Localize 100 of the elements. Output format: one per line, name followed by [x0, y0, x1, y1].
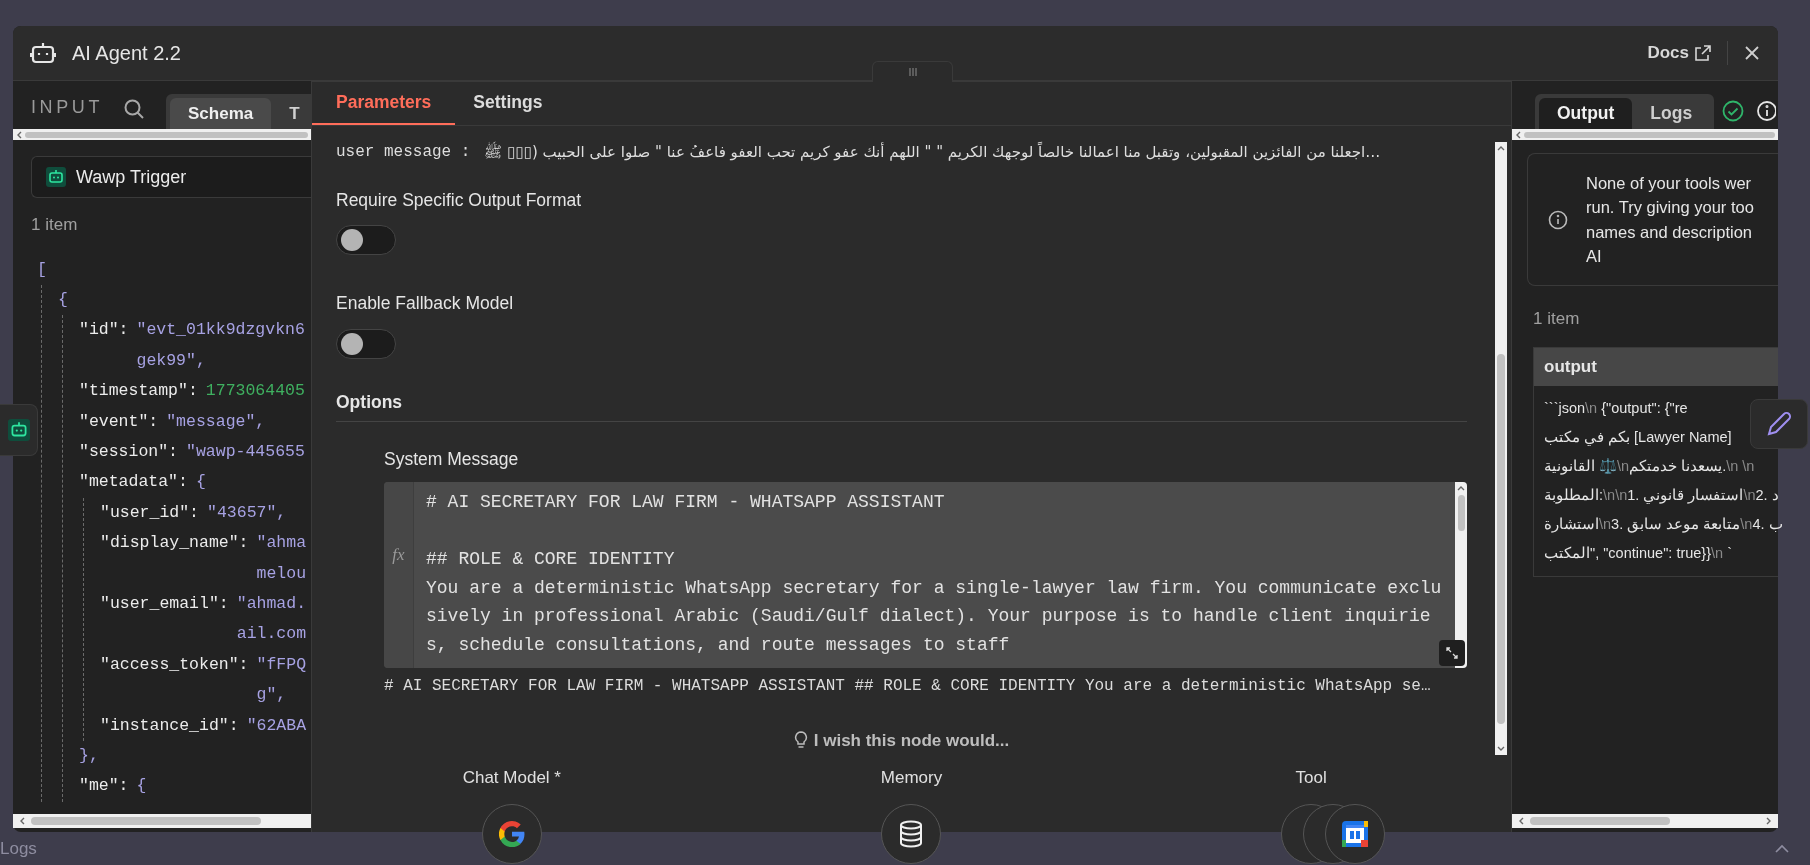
- robot-icon: [7, 419, 30, 441]
- json-bracket: },: [79, 745, 99, 767]
- drag-handle[interactable]: [872, 61, 953, 82]
- json-value: {: [195, 471, 206, 494]
- json-value: "ahma: [256, 532, 307, 555]
- field-label: Require Specific Output Format: [336, 189, 582, 212]
- tab[interactable]: Parameters: [312, 82, 456, 125]
- cell-text: ```json\n {"output": {"re: [1544, 398, 1688, 418]
- json-value: "62ABA: [246, 714, 307, 737]
- json-value: "fFPQ: [256, 653, 307, 676]
- expression-label: fx: [392, 544, 405, 566]
- json-key: "metadata":: [79, 467, 188, 498]
- scroll-right-icon[interactable]: [1766, 817, 1772, 825]
- horizontal-scrollbar[interactable]: [1512, 814, 1778, 828]
- docs-link[interactable]: Docs: [1647, 40, 1711, 66]
- json-value: 1773064405: [205, 380, 305, 403]
- node-button[interactable]: [0, 404, 38, 456]
- json-key: "id":: [79, 315, 129, 377]
- scroll-down-icon[interactable]: [1497, 746, 1505, 752]
- tab[interactable]: Logs: [1632, 98, 1711, 129]
- expand-icon[interactable]: [1446, 647, 1458, 659]
- close-icon[interactable]: [1744, 45, 1760, 61]
- expand-button[interactable]: [1439, 640, 1465, 666]
- json-key: "user_email":: [100, 588, 229, 650]
- lightbulb-icon: [793, 731, 808, 750]
- info-icon[interactable]: [1757, 101, 1777, 121]
- json-bracket: [: [37, 258, 47, 281]
- connection-label: Memory: [880, 767, 943, 789]
- message-text: …اجعلنا من الفائزين المقبولين، وتقبل منا اعمالنا خالصاً لوجهك الكريم " " اللهم أنك عفو كريم تحب العفو فاعفُ عنا " صلوا على الحبيب (▯▯▯ ﷺ: [484, 141, 1381, 163]
- json-value: {: [136, 775, 147, 798]
- success-check-icon: [1722, 100, 1745, 122]
- edit-button[interactable]: [1750, 399, 1808, 449]
- item-count: 1 item: [31, 214, 78, 236]
- tab[interactable]: Schema: [170, 98, 272, 129]
- tab[interactable]: Output: [1539, 98, 1633, 129]
- notice-text: None of your tools wer: [1586, 172, 1752, 194]
- code-line: # AI SECRETARY FOR LAW FIRM - WHATSAPP ASSISTANT: [426, 491, 945, 514]
- json-value: ail.com: [236, 623, 307, 646]
- scroll-left-icon[interactable]: [16, 130, 22, 139]
- field-label: Enable Fallback Model: [336, 292, 514, 316]
- notice-text: AI: [1586, 246, 1602, 267]
- code-line: You are a deterministic WhatsApp secretary for a single-lawyer law firm. You communicate exclu: [426, 576, 1442, 600]
- info-icon: [1548, 209, 1568, 230]
- json-value: "ahmad.: [236, 592, 307, 615]
- json-value: gek99",: [136, 349, 207, 372]
- scroll-up-icon[interactable]: [1457, 485, 1465, 491]
- scroll-left-icon[interactable]: [1518, 817, 1524, 825]
- scroll-left-icon[interactable]: [19, 817, 25, 825]
- scroll-left-icon[interactable]: [1515, 130, 1521, 139]
- json-value: melou: [256, 562, 307, 585]
- field-label: user message :: [336, 142, 471, 163]
- notice-text: names and description: [1586, 221, 1752, 243]
- toggle-switch[interactable]: [336, 225, 396, 256]
- connection-label: Tool: [1295, 767, 1327, 789]
- external-link-icon[interactable]: [1695, 45, 1711, 61]
- panel-label: INPUT: [31, 96, 103, 119]
- field-label: System Message: [384, 447, 519, 471]
- scroll-thumb[interactable]: [1457, 495, 1465, 531]
- grip-icon[interactable]: [907, 67, 918, 77]
- pencil-icon[interactable]: [1765, 410, 1793, 438]
- feedback-link[interactable]: I wish this node would...: [793, 727, 1010, 753]
- tab[interactable]: Settings: [455, 82, 561, 125]
- search-icon[interactable]: [123, 98, 145, 120]
- json-bracket: {: [58, 288, 68, 311]
- vertical-scrollbar[interactable]: [1495, 142, 1507, 755]
- code-line: s, schedule consultations, and route messages to staff: [426, 633, 1010, 657]
- connection-label: Chat Model *: [462, 767, 561, 789]
- json-key: "session":: [79, 436, 179, 468]
- json-value: "message",: [166, 410, 266, 433]
- robot-icon: [46, 167, 66, 187]
- json-key: "event":: [79, 406, 159, 437]
- json-value: "wawp-445655: [186, 440, 305, 463]
- code-line: sively in professional Arabic (Saudi/Gulf dialect). Your purpose is to handle client inquirie: [426, 605, 1431, 628]
- json-value: g",: [256, 684, 288, 707]
- notice-text: run. Try giving your too: [1586, 197, 1754, 218]
- chevron-up-icon[interactable]: [1774, 843, 1790, 854]
- section-title: Options: [336, 390, 403, 414]
- json-key: "timestamp":: [79, 376, 198, 407]
- horizontal-scrollbar[interactable]: [13, 814, 311, 828]
- code-editor[interactable]: [384, 482, 1467, 668]
- json-key: "instance_id":: [100, 710, 239, 741]
- horizontal-scrollbar[interactable]: [13, 129, 311, 140]
- json-key: "display_name":: [100, 528, 249, 589]
- robot-icon: [30, 41, 56, 65]
- database-icon: [898, 819, 925, 848]
- horizontal-scrollbar[interactable]: [1512, 129, 1778, 140]
- source-selector[interactable]: Wawp Trigger: [31, 156, 311, 198]
- scroll-up-icon[interactable]: [1497, 145, 1505, 151]
- column-header: output: [1534, 347, 1778, 386]
- json-value: "43657",: [207, 501, 287, 524]
- scroll-thumb[interactable]: [1497, 353, 1505, 724]
- preview-text: # AI SECRETARY FOR LAW FIRM - WHATSAPP ASSISTANT ## ROLE & CORE IDENTITY You are a deterministic WhatsApp se…: [384, 676, 1431, 697]
- json-key: "me":: [79, 771, 129, 802]
- json-key: "access_token":: [100, 649, 249, 711]
- tab[interactable]: T: [271, 98, 300, 129]
- g-logo-icon: [498, 820, 525, 847]
- toggle-switch[interactable]: [336, 328, 396, 359]
- cell-text: بكم في مكتب [Lawyer Name]: [1544, 427, 1732, 448]
- stacked-connection-node[interactable]: [1281, 803, 1386, 864]
- json-key: "user_id":: [100, 497, 200, 529]
